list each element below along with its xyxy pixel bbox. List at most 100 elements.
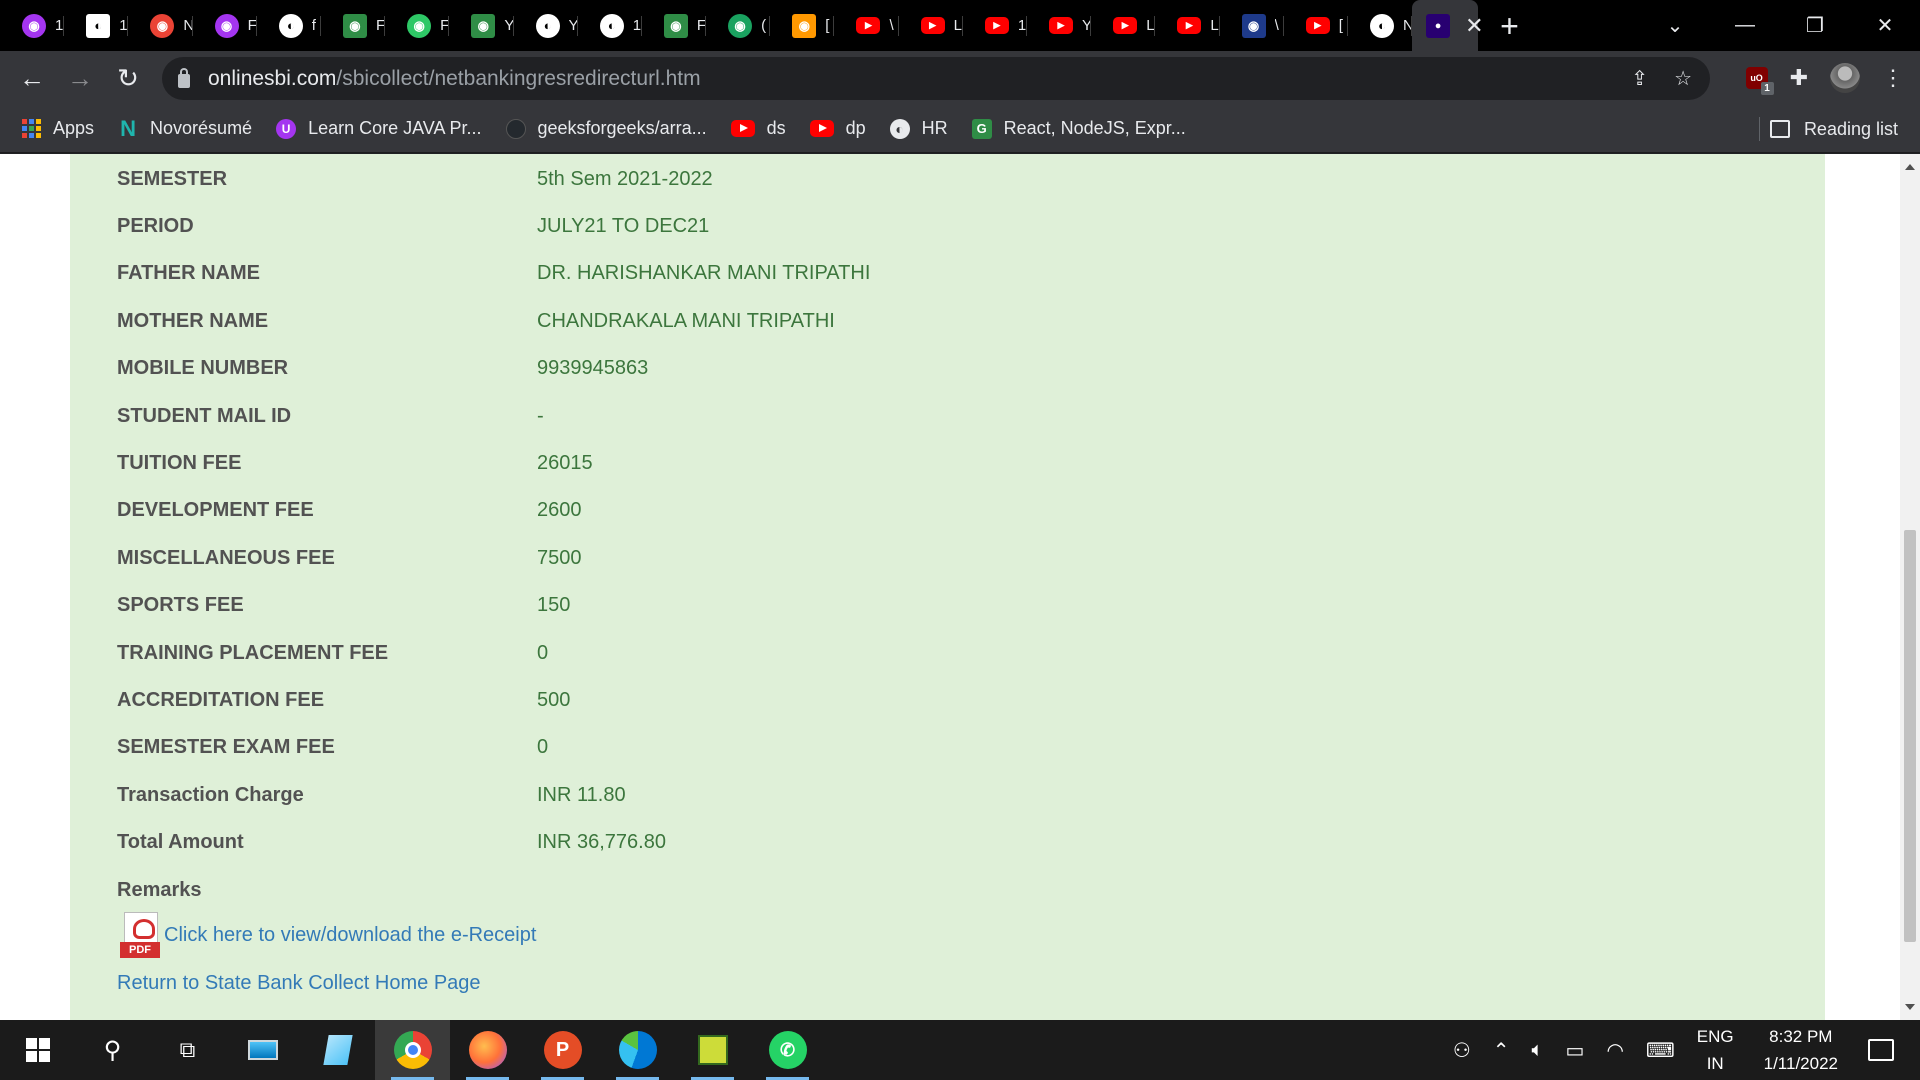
bookmark-apps[interactable]: Apps: [22, 118, 94, 139]
browser-tab[interactable]: ▶ Y: [1027, 0, 1092, 51]
volume-icon[interactable]: 🔈︎: [1532, 1039, 1544, 1062]
start-button[interactable]: [0, 1020, 75, 1080]
browser-tab[interactable]: ▶ L: [1155, 0, 1220, 51]
bookmark-learn-java[interactable]: U Learn Core JAVA Pr...: [276, 118, 482, 139]
receipt-row: PERIOD JULY21 TO DEC21: [117, 211, 709, 241]
wifi-icon[interactable]: ◠: [1606, 1038, 1623, 1063]
receipt-field-label: DEVELOPMENT FEE: [117, 499, 314, 522]
tab-title: Y: [568, 17, 578, 34]
receipt-field-value: 5th Sem 2021-2022: [537, 167, 713, 190]
extensions-puzzle-icon[interactable]: ✚: [1790, 65, 1808, 91]
taskbar-tally[interactable]: [675, 1020, 750, 1080]
share-icon[interactable]: ⇪: [1631, 66, 1648, 91]
reading-list-button[interactable]: Reading list: [1769, 105, 1898, 153]
return-home-link[interactable]: Return to State Bank Collect Home Page: [117, 972, 481, 995]
e-receipt-download[interactable]: PDF Click here to view/download the e-Re…: [120, 912, 536, 958]
ublock-origin-icon[interactable]: uO 1: [1745, 67, 1774, 95]
bookmark-geeksforgeeks[interactable]: geeksforgeeks/arra...: [505, 118, 707, 139]
browser-tab[interactable]: ◐ Y: [514, 0, 578, 51]
gfg-icon: ◉: [471, 13, 496, 38]
forward-button[interactable]: →: [56, 63, 104, 94]
browser-tab[interactable]: ◉ F: [321, 0, 386, 51]
browser-tab[interactable]: ◐ 1: [64, 0, 129, 51]
taskbar-firefox[interactable]: [450, 1020, 525, 1080]
restore-button[interactable]: ❐: [1780, 13, 1850, 38]
address-bar[interactable]: onlinesbi.com/sbicollect/netbankingresre…: [162, 57, 1710, 100]
udemy-icon: U: [276, 118, 297, 139]
tab-title: (: [761, 17, 767, 34]
taskbar-whatsapp[interactable]: ✆: [750, 1020, 825, 1080]
browser-tab[interactable]: ◉ F: [385, 0, 450, 51]
receipt-field-label: TRAINING PLACEMENT FEE: [117, 641, 389, 664]
tab-search-icon[interactable]: ⌄: [1640, 13, 1710, 38]
url-path: /sbicollect/netbankingresredirecturl.htm: [336, 66, 701, 90]
download-receipt-link[interactable]: Click here to view/download the e-Receip…: [164, 924, 536, 947]
tab-title: [: [1338, 17, 1343, 34]
notification-center-icon[interactable]: [1868, 1039, 1894, 1061]
profile-avatar[interactable]: [1830, 63, 1860, 93]
scroll-down-arrow[interactable]: [1905, 1004, 1915, 1010]
receipt-field-value: DR. HARISHANKAR MANI TRIPATHI: [537, 262, 871, 285]
language-indicator[interactable]: ENG IN: [1697, 1023, 1734, 1077]
browser-tab[interactable]: ◉ \: [1220, 0, 1284, 51]
tray-chevron-icon[interactable]: ⌃: [1493, 1038, 1510, 1063]
apps-grid-icon: [22, 119, 41, 138]
close-window-button[interactable]: ✕: [1850, 13, 1920, 38]
github-icon: [505, 118, 526, 139]
browser-tab[interactable]: ◐ 1: [578, 0, 643, 51]
keyboard-icon[interactable]: ⌨: [1646, 1038, 1675, 1063]
scroll-up-arrow[interactable]: [1905, 164, 1915, 170]
bookmark-dp[interactable]: dp: [809, 118, 866, 139]
receipt-field-value: 150: [537, 594, 571, 617]
bookmark-ds[interactable]: ds: [730, 118, 786, 139]
browser-tab[interactable]: ▶ L: [1091, 0, 1156, 51]
tab-title: L: [1210, 17, 1219, 34]
receipt-row: Total Amount INR 36,776.80: [117, 828, 666, 858]
taskbar-this-pc[interactable]: [225, 1020, 300, 1080]
reload-button[interactable]: ↻: [104, 63, 152, 94]
taskbar-edge[interactable]: [600, 1020, 675, 1080]
active-tab[interactable]: ● S ✕: [1412, 0, 1484, 51]
browser-tab[interactable]: ◉[: [770, 0, 835, 51]
page-scrollbar[interactable]: [1900, 154, 1920, 1020]
notepad-icon: [322, 1035, 353, 1065]
task-view-icon: ⧉: [179, 1037, 196, 1062]
back-button[interactable]: ←: [8, 63, 56, 94]
bookmark-react-nodejs[interactable]: G React, NodeJS, Expr...: [971, 118, 1186, 139]
taskbar-notepad[interactable]: [300, 1020, 375, 1080]
browser-tab[interactable]: ▶ L: [899, 0, 964, 51]
tab-title: \: [1274, 17, 1279, 34]
browser-tab[interactable]: ◐ N: [1348, 0, 1413, 51]
browser-tab[interactable]: ◉ F: [642, 0, 707, 51]
taskbar-p-app[interactable]: P: [525, 1020, 600, 1080]
browser-tab[interactable]: ▶ 1: [963, 0, 1028, 51]
browser-tab[interactable]: ▶ \: [834, 0, 899, 51]
clock[interactable]: 8:32 PM 1/11/2022: [1764, 1023, 1838, 1077]
browser-tab[interactable]: ◉ F: [193, 0, 257, 51]
minimize-button[interactable]: —: [1710, 14, 1780, 37]
browser-tab[interactable]: ◐ f: [257, 0, 322, 51]
system-tray: ⚇ ⌃ 🔈︎ ▭ ◠ ⌨ ENG IN 8:32 PM 1/11/2022: [1453, 1020, 1920, 1080]
lock-icon[interactable]: [178, 67, 190, 88]
browser-tab[interactable]: ◉ Y: [449, 0, 514, 51]
browser-tab[interactable]: ◉(: [706, 0, 771, 51]
pdf-icon[interactable]: PDF: [120, 912, 160, 958]
browser-tab[interactable]: ▶[: [1284, 0, 1349, 51]
new-tab-button[interactable]: +: [1500, 10, 1519, 42]
browser-tab[interactable]: ◉ 1: [0, 0, 65, 51]
scrollbar-thumb[interactable]: [1904, 530, 1916, 942]
taskbar-chrome[interactable]: [375, 1020, 450, 1080]
browser-tab[interactable]: ◉ N: [128, 0, 193, 51]
battery-icon[interactable]: ▭: [1566, 1038, 1585, 1063]
bookmark-hr[interactable]: ◐ HR: [889, 118, 948, 139]
youtube-icon: [809, 120, 834, 137]
task-view-button[interactable]: ⧉: [150, 1020, 225, 1080]
menu-kebab-icon[interactable]: ⋮: [1882, 65, 1904, 91]
close-tab-icon[interactable]: ✕: [1465, 13, 1483, 39]
receipt-field-value: CHANDRAKALA MANI TRIPATHI: [537, 309, 835, 332]
bookmark-star-icon[interactable]: ☆: [1674, 66, 1692, 91]
hashnode-icon: ◉: [1241, 13, 1266, 38]
bookmark-novoresume[interactable]: N Novorésumé: [118, 116, 252, 141]
people-icon[interactable]: ⚇: [1453, 1038, 1471, 1063]
taskbar-search[interactable]: ⚲: [75, 1020, 150, 1080]
